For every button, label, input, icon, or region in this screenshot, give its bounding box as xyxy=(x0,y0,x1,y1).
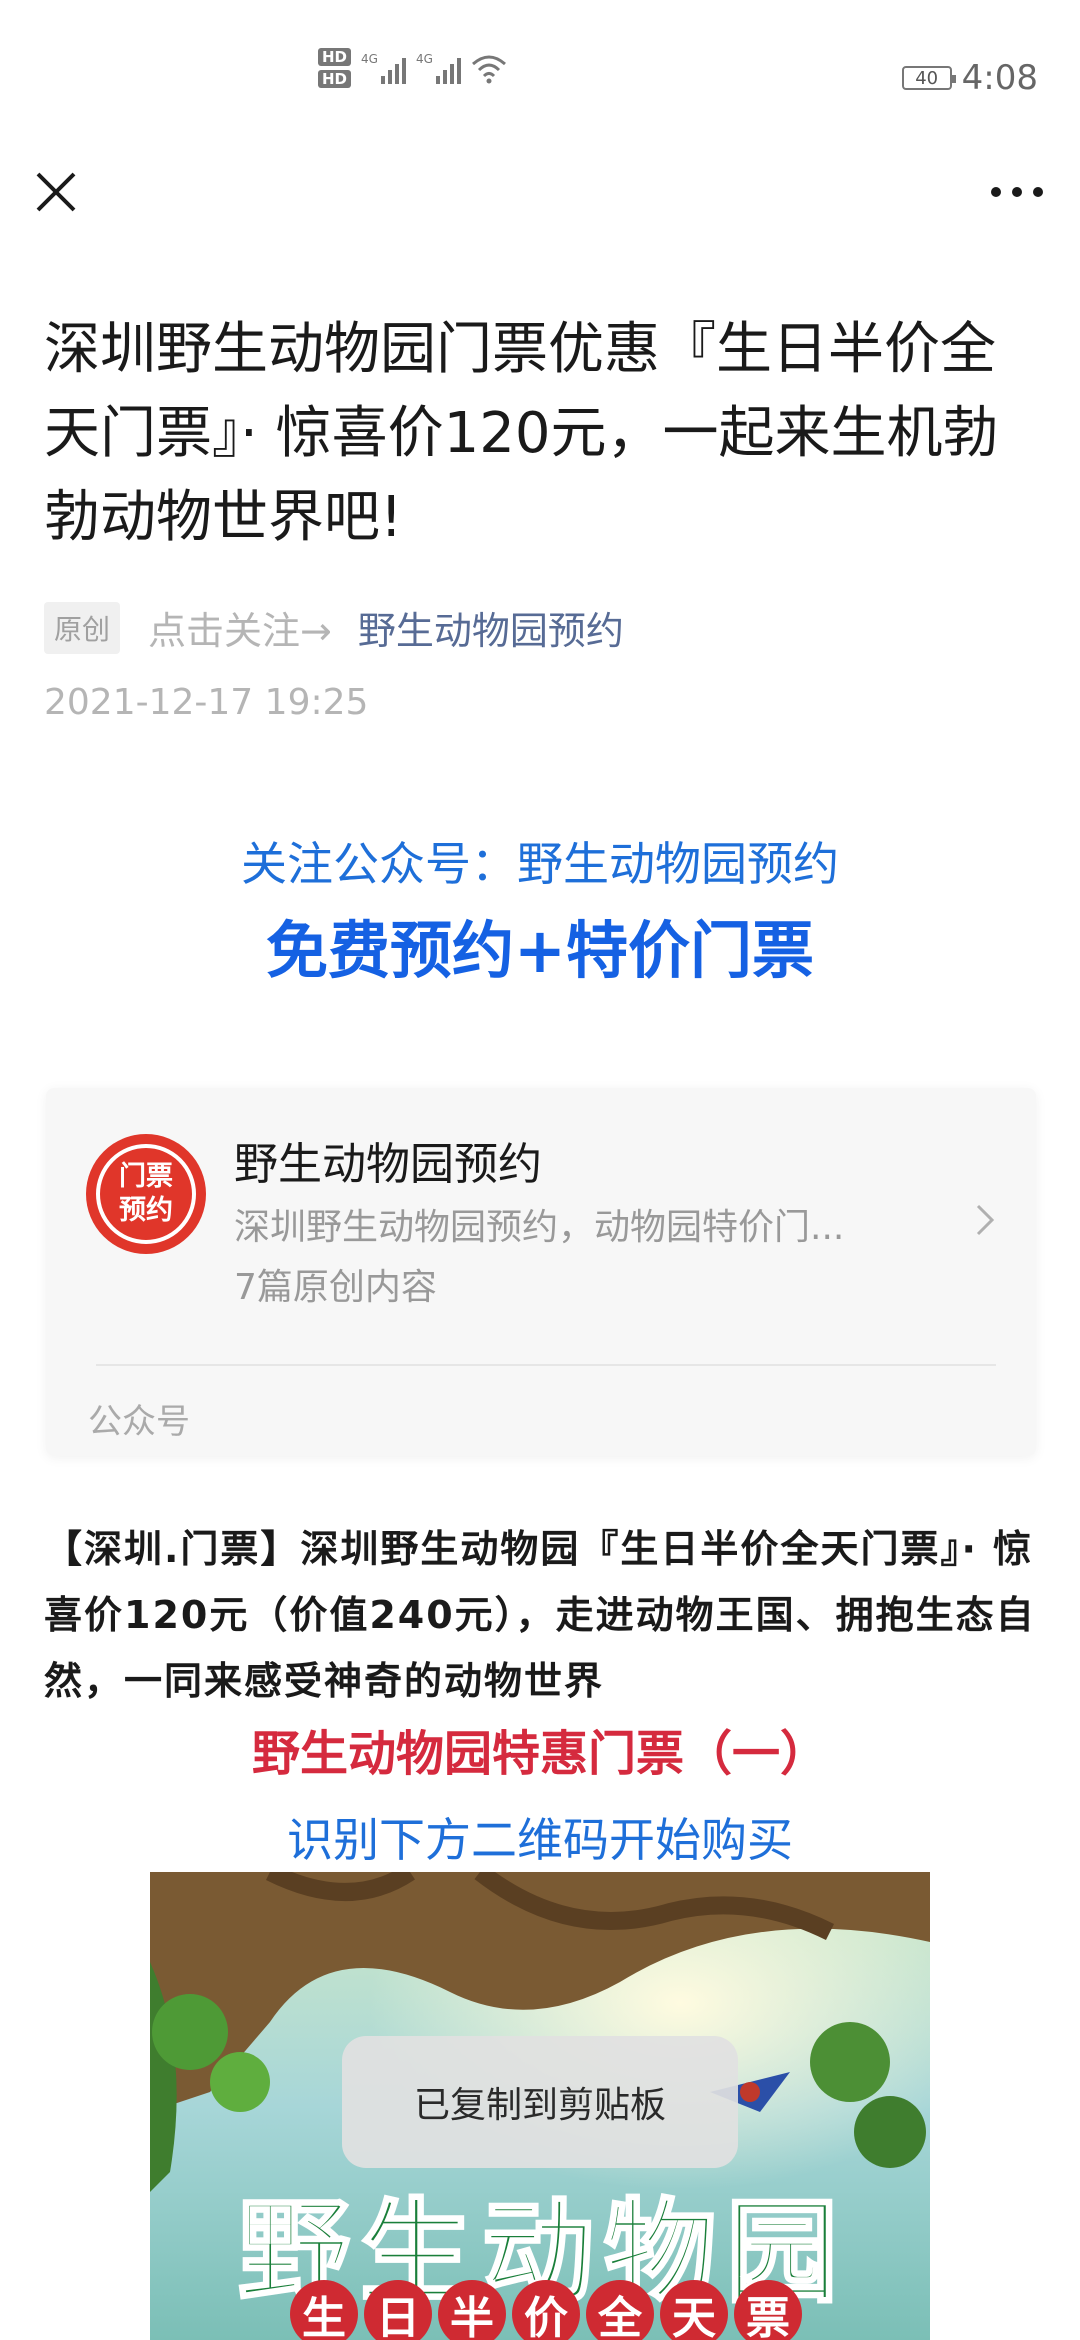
poster-char: 日 xyxy=(364,2280,432,2340)
follow-prompt[interactable]: 点击关注→ xyxy=(148,600,332,655)
article-meta: 原创 点击关注→ 野生动物园预约 xyxy=(44,600,624,655)
status-right: 40 4:08 xyxy=(901,58,1038,98)
article-body: 【深圳.门票】深圳野生动物园『生日半价全天门票』· 惊喜价120元（价值240元… xyxy=(44,1527,1036,1703)
more-icon[interactable] xyxy=(982,164,1052,220)
hd-badge-1: HD xyxy=(318,48,352,66)
battery-icon: 40 xyxy=(901,66,956,90)
toast-text: 已复制到剪贴板 xyxy=(413,2085,666,2126)
original-tag: 原创 xyxy=(44,601,121,654)
signal-icon: 4G xyxy=(416,52,461,84)
network-type-2: 4G xyxy=(415,52,433,66)
account-card-count: 7篇原创内容 xyxy=(234,1267,437,1308)
poster-char: 天 xyxy=(660,2280,728,2340)
qr-prompt: 识别下方二维码开始购买 xyxy=(287,1813,793,1867)
poster-char: 全 xyxy=(586,2280,654,2340)
network-indicators: HD HD 4G 4G xyxy=(318,48,507,88)
poster-char: 票 xyxy=(734,2280,802,2340)
promo-line: 免费预约+特价门票 xyxy=(266,914,814,987)
wifi-icon xyxy=(471,55,506,84)
top-nav xyxy=(0,150,1080,240)
avatar-text-2: 预约 xyxy=(119,1195,173,1226)
account-avatar: 门票 预约 xyxy=(86,1134,206,1254)
article-title: 深圳野生动物园门票优惠『生日半价全天门票』· 惊喜价120元，一起来生机勃勃动物… xyxy=(44,317,999,550)
status-bar: HD HD 4G 4G 40 4:08 xyxy=(0,0,1080,150)
copied-toast: 已复制到剪贴板 xyxy=(342,2036,738,2168)
hd-badges: HD HD xyxy=(318,48,352,88)
avatar-text-1: 门票 xyxy=(119,1161,173,1192)
signal-icon: 4G xyxy=(361,52,406,84)
section-heading: 野生动物园特惠门票（一） xyxy=(251,1726,828,1782)
chevron-right-icon xyxy=(976,1204,995,1236)
poster-char: 生 xyxy=(290,2280,358,2340)
close-icon[interactable] xyxy=(28,164,84,220)
poster-subtitle: 生 日 半 价 全 天 票 xyxy=(290,2280,802,2340)
account-card[interactable]: 门票 预约 野生动物园预约 深圳野生动物园预约，动物园特价门... 7篇原创内容… xyxy=(46,1088,1036,1456)
account-card-name: 野生动物园预约 xyxy=(234,1139,542,1190)
publish-date: 2021-12-17 19:25 xyxy=(44,682,369,723)
network-type-1: 4G xyxy=(361,52,378,66)
hd-badge-2: HD xyxy=(318,70,352,88)
clock: 4:08 xyxy=(961,58,1038,98)
battery-level: 40 xyxy=(915,67,939,89)
follow-account-line: 关注公众号：野生动物园预约 xyxy=(241,837,839,891)
account-card-footer: 公众号 xyxy=(88,1402,190,1442)
account-card-description: 深圳野生动物园预约，动物园特价门... xyxy=(234,1207,845,1248)
poster-char: 半 xyxy=(438,2280,506,2340)
card-divider xyxy=(96,1364,996,1366)
account-name-link[interactable]: 野生动物园预约 xyxy=(358,600,624,655)
poster-char: 价 xyxy=(512,2280,580,2340)
